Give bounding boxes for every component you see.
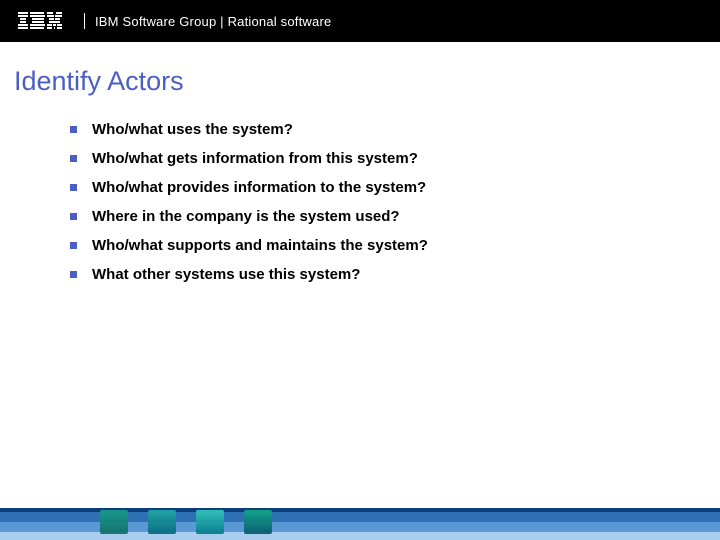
list-item: Where in the company is the system used? bbox=[70, 202, 720, 231]
bullet-list: Who/what uses the system? Who/what gets … bbox=[70, 115, 720, 289]
footer-decorative-icon bbox=[196, 510, 224, 534]
slide-header: IBM Software Group | Rational software bbox=[0, 0, 720, 42]
list-item: Who/what gets information from this syst… bbox=[70, 144, 720, 173]
footer-decorative-icon bbox=[148, 510, 176, 534]
header-group-text: IBM Software Group | Rational software bbox=[95, 14, 331, 29]
list-item: What other systems use this system? bbox=[70, 260, 720, 289]
slide-title: Identify Actors bbox=[14, 66, 720, 97]
ibm-logo-icon bbox=[18, 12, 62, 30]
list-item: Who/what supports and maintains the syst… bbox=[70, 231, 720, 260]
header-divider bbox=[84, 13, 85, 29]
footer-decorative-icon bbox=[100, 510, 128, 534]
slide-footer bbox=[0, 504, 720, 540]
footer-icons bbox=[100, 510, 272, 534]
list-item: Who/what uses the system? bbox=[70, 115, 720, 144]
list-item: Who/what provides information to the sys… bbox=[70, 173, 720, 202]
footer-decorative-icon bbox=[244, 510, 272, 534]
